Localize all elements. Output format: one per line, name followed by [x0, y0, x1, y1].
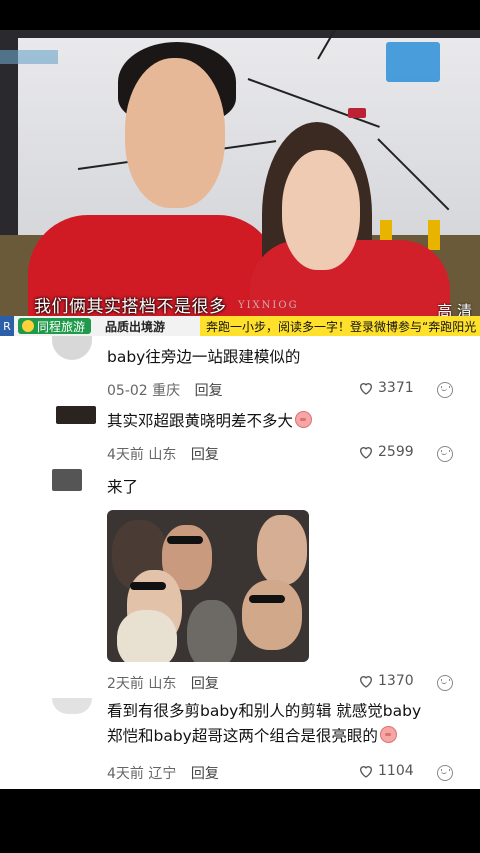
ticker-r-tag: R — [0, 316, 14, 336]
sticker-reply-icon[interactable] — [437, 382, 453, 398]
top-black-bar — [0, 0, 480, 30]
comment-text: 来了 — [107, 478, 139, 496]
like-button[interactable]: 1370 — [358, 673, 414, 689]
sponsor-icon — [22, 320, 34, 332]
reply-button[interactable]: 回复 — [195, 383, 223, 399]
news-ticker: R 同程旅游 品质出境游 奔跑一小步，阅读多一字！登录微博参与“奔跑阳光 — [0, 316, 480, 336]
sticker-reply-icon[interactable] — [437, 446, 453, 462]
like-button[interactable]: 1104 — [358, 763, 414, 779]
heart-icon — [359, 676, 373, 688]
video-subtitle: 我们俩其实搭档不是很多 — [34, 297, 227, 317]
comment-meta: 2天前 山东 回复 — [107, 676, 219, 692]
like-button[interactable]: 2599 — [358, 444, 414, 460]
ticker-news: 奔跑一小步，阅读多一字！登录微博参与“奔跑阳光 — [200, 316, 480, 336]
sponsor-badge: 同程旅游 — [18, 318, 92, 334]
like-button[interactable]: 3371 — [358, 380, 414, 396]
heart-icon — [359, 447, 373, 459]
avatar[interactable] — [52, 698, 92, 714]
avatar[interactable] — [52, 336, 92, 360]
heart-icon — [359, 766, 373, 778]
comment-meta: 4天前 山东 回复 — [107, 447, 219, 463]
video-watermark: YIXNIOG — [238, 300, 299, 311]
sticker-reply-icon[interactable] — [437, 675, 453, 691]
pig-face-emoji — [295, 411, 313, 428]
avatar[interactable] — [52, 469, 82, 491]
comment-meta: 4天前 辽宁 回复 — [107, 766, 219, 782]
avatar[interactable] — [56, 406, 96, 424]
comment-text: 其实邓超跟黄晓明差不多大 — [107, 409, 313, 434]
reply-button[interactable]: 回复 — [191, 447, 219, 463]
comment-text: 看到有很多剪baby和别人的剪辑 就感觉baby 郑恺和baby超哥这两个组合是… — [107, 702, 422, 745]
heart-icon — [359, 383, 373, 395]
comment-list[interactable]: baby往旁边一站跟建模似的 05-02 重庆 回复 3371 其实邓超跟黄晓明… — [0, 336, 480, 789]
channel-logo — [0, 50, 58, 64]
bottom-black-bar — [0, 789, 480, 853]
reply-button[interactable]: 回复 — [191, 676, 219, 692]
comment-image[interactable] — [107, 510, 309, 662]
reply-button[interactable]: 回复 — [191, 766, 219, 782]
comment-text: baby往旁边一站跟建模似的 — [107, 348, 301, 366]
sticker-reply-icon[interactable] — [437, 765, 453, 781]
pig-face-emoji — [379, 726, 397, 743]
sponsor-logo — [386, 42, 440, 82]
comment-meta: 05-02 重庆 回复 — [107, 383, 223, 399]
video-player[interactable]: 我们俩其实搭档不是很多 YIXNIOG 高 清 — [0, 30, 480, 335]
ticker-slogan: 品质出境游 — [105, 319, 166, 334]
